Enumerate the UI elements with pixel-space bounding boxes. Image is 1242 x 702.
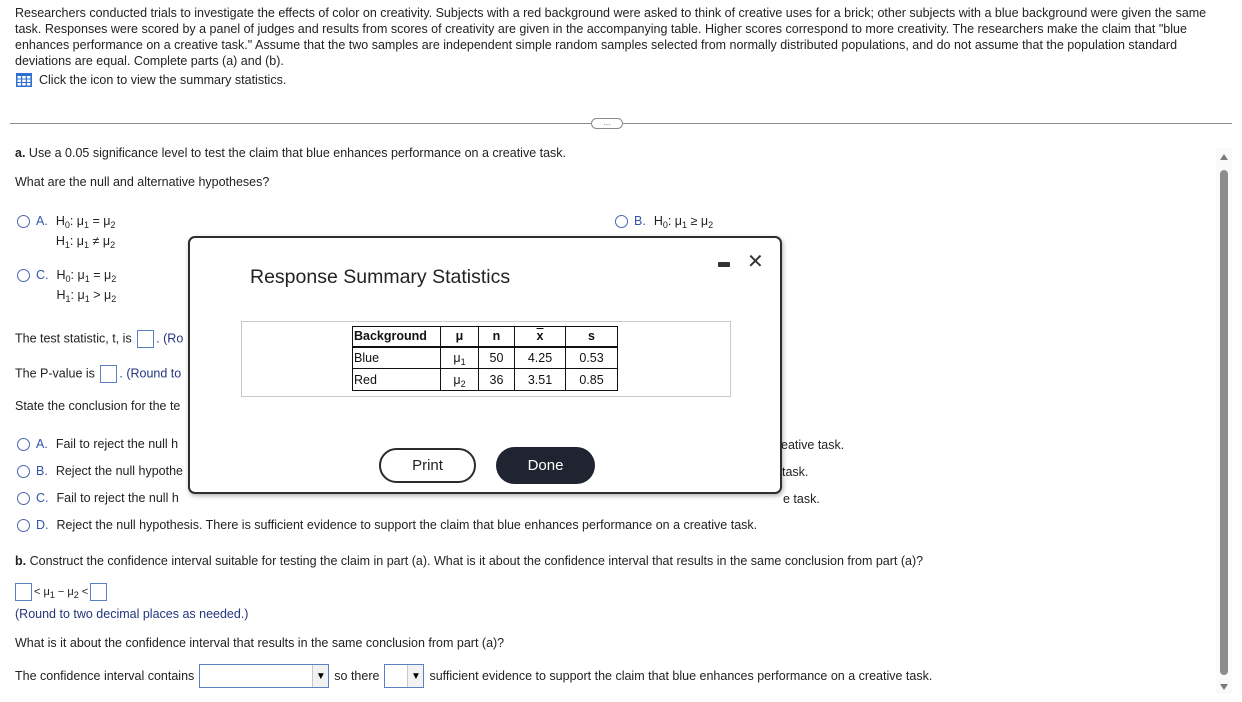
hypothesis-option-c[interactable]: C. H0: μ1 = μ2 H1: μ1 > μ2 [17,268,116,305]
scroll-down-arrow-icon[interactable] [1220,684,1228,690]
summary-statistics-dialog: Response Summary Statistics ✕ Background… [188,236,782,494]
ci-question: What is it about the confidence interval… [15,636,505,650]
conclusion-c-tail: e task. [783,492,820,506]
ci-conclusion-row: The confidence interval contains ▼ so th… [15,664,932,688]
summary-statistics-table: Background μ n x s Blue μ1 50 4.25 0.53 … [352,326,618,391]
hypothesis-option-b[interactable]: B. H0: μ1 ≥ μ2 [615,214,713,231]
cell-n: 50 [478,346,515,369]
radio-button[interactable] [17,492,30,505]
header-mu: μ [440,326,479,348]
test-statistic-input[interactable] [137,330,155,348]
ci-upper-input[interactable] [90,583,108,601]
part-a-text: Use a 0.05 significance level to test th… [28,146,567,160]
part-a-label: a. [15,146,26,160]
cell-mu: μ2 [440,368,479,391]
alternative-hypothesis: H1: μ1 > μ2 [56,288,117,304]
print-button[interactable]: Print [379,448,476,483]
dropdown-arrow-icon[interactable]: ▼ [407,665,424,687]
table-row: Red μ2 36 3.51 0.85 [352,368,618,391]
conclusion-a-tail: eative task. [781,438,845,452]
conclusion-option-d[interactable]: D. Reject the null hypothesis. There is … [17,518,757,532]
conclusion-text: Fail to reject the null h [56,491,179,505]
conclusion-b-tail: task. [782,465,809,479]
table-header-row: Background μ n x s [352,326,618,348]
evidence-dropdown[interactable]: ▼ [384,664,425,688]
dropdown-arrow-icon[interactable]: ▼ [312,665,329,687]
problem-statement: Researchers conducted trials to investig… [15,6,1207,68]
hypotheses-question: What are the null and alternative hypoth… [15,175,270,189]
hypothesis-option-a[interactable]: A. H0: μ1 = μ2 H1: μ1 ≠ μ2 [17,214,116,251]
radio-button[interactable] [615,215,628,228]
table-frame: Background μ n x s Blue μ1 50 4.25 0.53 … [241,321,731,397]
null-hypothesis: H0: μ1 ≥ μ2 [653,214,714,230]
done-button[interactable]: Done [496,447,595,484]
ci-contains-dropdown[interactable]: ▼ [199,664,330,688]
expand-more-button[interactable]: ... [591,118,623,129]
conclusion-option-b[interactable]: B. Reject the null hypothe [17,464,183,478]
vertical-scrollbar[interactable] [1216,148,1232,694]
cell-mu: μ1 [440,346,479,369]
radio-button[interactable] [17,269,30,282]
cell-n: 36 [478,368,515,391]
cell-s: 0.85 [565,368,618,391]
scrollbar-thumb[interactable] [1220,170,1228,675]
round-note: (Round to two decimal places as needed.) [15,607,249,621]
part-b-prompt: b. Construct the confidence interval sui… [15,554,924,568]
alternative-hypothesis: H1: μ1 ≠ μ2 [55,234,116,250]
conclusion-option-c[interactable]: C. Fail to reject the null h [17,491,179,505]
minimize-icon[interactable] [718,262,730,267]
null-hypothesis: H0: μ1 = μ2 [56,268,117,284]
cell-background: Blue [352,346,441,369]
null-hypothesis: H0: μ1 = μ2 [55,214,116,230]
conclusion-prompt: State the conclusion for the te [15,399,181,413]
pvalue-row: The P-value is . (Round to [15,365,181,383]
test-statistic-row: The test statistic, t, is . (Ro [15,330,183,348]
ci-lower-input[interactable] [15,583,32,601]
confidence-interval-row: < μ1 − μ2 < [15,583,109,601]
radio-button[interactable] [17,465,30,478]
header-background: Background [352,326,441,348]
conclusion-text: Reject the null hypothe [55,464,183,478]
scroll-up-arrow-icon[interactable] [1220,154,1228,160]
option-letter: B. [634,214,646,228]
conclusion-text: Fail to reject the null h [55,437,179,451]
summary-stats-link-row[interactable]: Click the icon to view the summary stati… [16,73,286,87]
cell-background: Red [352,368,441,391]
radio-button[interactable] [17,519,30,532]
close-icon[interactable]: ✕ [747,252,764,272]
cell-s: 0.53 [565,346,618,369]
conclusion-text: Reject the null hypothesis. There is suf… [56,518,758,532]
dialog-title: Response Summary Statistics [250,266,511,288]
table-row: Blue μ1 50 4.25 0.53 [352,346,618,369]
pvalue-input[interactable] [100,365,118,383]
option-letter: A. [36,214,48,228]
header-n: n [478,326,515,348]
radio-button[interactable] [17,438,30,451]
cell-xbar: 4.25 [514,346,566,369]
header-xbar: x [514,326,566,348]
part-a-prompt: a. Use a 0.05 significance level to test… [15,146,566,160]
radio-button[interactable] [17,215,30,228]
summary-stats-link-text[interactable]: Click the icon to view the summary stati… [39,73,286,87]
option-letter: C. [36,268,49,282]
table-grid-icon[interactable] [16,73,32,87]
conclusion-option-a[interactable]: A. Fail to reject the null h [17,437,178,451]
header-s: s [565,326,618,348]
cell-xbar: 3.51 [514,368,566,391]
